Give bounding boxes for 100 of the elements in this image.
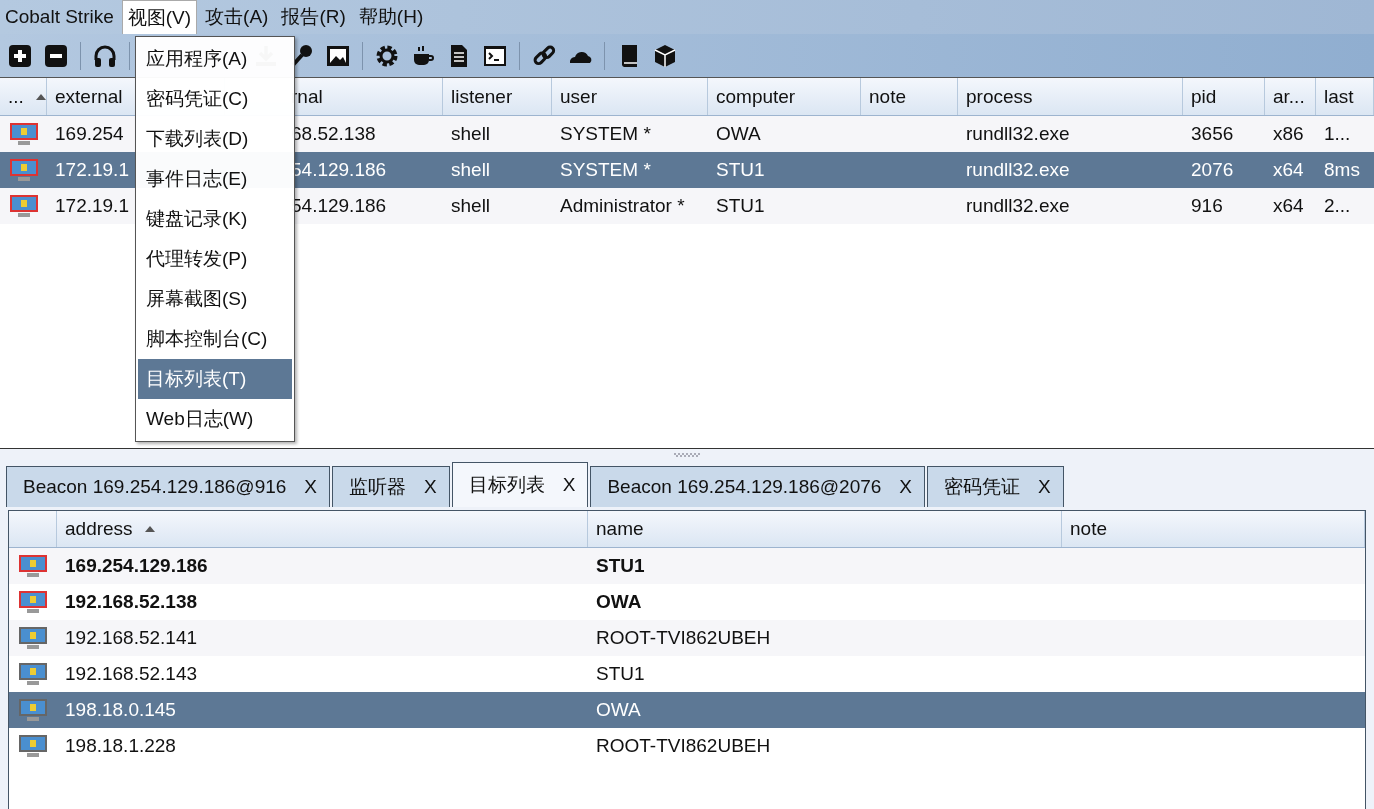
- table-cell: 2...: [1324, 195, 1351, 216]
- column-header[interactable]: name: [588, 511, 1062, 547]
- monitor-icon: [8, 158, 39, 182]
- tab[interactable]: 密码凭证 X: [927, 466, 1064, 507]
- table-cell-text: 192.168.52.138: [64, 591, 199, 613]
- menu-item[interactable]: 下载列表(D): [138, 119, 292, 159]
- menu-item[interactable]: 目标列表(T): [138, 359, 292, 399]
- table-cell: x64: [1273, 159, 1304, 180]
- menu-item[interactable]: 视图(V): [121, 0, 198, 34]
- table-cell-text: 192.168.52.141: [64, 627, 199, 649]
- terminal-icon[interactable]: [483, 43, 507, 68]
- monitor-icon: [18, 662, 48, 686]
- plus-icon[interactable]: [8, 43, 32, 68]
- coffee-cup-icon[interactable]: [411, 43, 435, 68]
- tab-label[interactable]: 监听器: [349, 474, 407, 500]
- column-header[interactable]: pid: [1191, 85, 1217, 108]
- monitor-icon: [18, 698, 48, 722]
- menu-item[interactable]: 代理转发(P): [138, 239, 292, 279]
- monitor-icon: [8, 194, 39, 218]
- table-cell: 169.254: [55, 123, 124, 144]
- table-cell: SYSTEM *: [560, 159, 651, 180]
- table-cell: 8ms: [1324, 159, 1360, 180]
- close-button[interactable]: X: [899, 476, 913, 498]
- tab-label[interactable]: Beacon 169.254.129.186@916: [23, 476, 287, 498]
- column-header[interactable]: address: [57, 511, 588, 547]
- tab-label[interactable]: 密码凭证: [944, 474, 1021, 500]
- menu-item[interactable]: 键盘记录(K): [138, 199, 292, 239]
- menu-item[interactable]: Web日志(W): [138, 399, 292, 439]
- table-cell-text: STU1: [595, 555, 646, 577]
- table-cell-text: 198.18.0.145: [64, 699, 177, 721]
- table-cell: x64: [1273, 195, 1304, 216]
- table-cell-text: 198.18.1.228: [64, 735, 177, 757]
- table-cell-text: ROOT-TVI862UBEH: [595, 627, 772, 649]
- menu-item[interactable]: 帮助(H): [353, 0, 429, 34]
- splitter-grip-icon[interactable]: [673, 453, 701, 457]
- column-header[interactable]: ar...: [1273, 85, 1305, 108]
- target-row[interactable]: 198.18.0.145 OWA: [9, 692, 1365, 728]
- table-cell: 172.19.1: [55, 195, 129, 216]
- column-header[interactable]: note: [1062, 511, 1365, 547]
- table-cell-text: OWA: [595, 591, 643, 613]
- menu-item[interactable]: 密码凭证(C): [138, 79, 292, 119]
- table-cell: shell: [451, 159, 491, 180]
- cube-icon[interactable]: [653, 43, 677, 68]
- tab[interactable]: 目标列表 X: [451, 462, 589, 507]
- column-header[interactable]: last: [1324, 85, 1354, 108]
- monitor-icon: [18, 626, 48, 650]
- target-row[interactable]: 192.168.52.141 ROOT-TVI862UBEH: [9, 620, 1365, 656]
- table-cell: 2076: [1191, 159, 1234, 180]
- table-cell: SYSTEM *: [560, 123, 651, 144]
- close-button[interactable]: X: [424, 476, 437, 498]
- table-cell: STU1: [716, 195, 765, 216]
- table-cell: 3656: [1191, 123, 1234, 144]
- table-cell: OWA: [716, 123, 761, 144]
- monitor-icon: [18, 554, 48, 578]
- column-header[interactable]: process: [966, 85, 1033, 108]
- target-row[interactable]: 169.254.129.186 STU1: [9, 548, 1365, 584]
- menu-item[interactable]: 应用程序(A): [138, 39, 292, 79]
- close-button[interactable]: X: [304, 476, 318, 498]
- tab[interactable]: 监听器 X: [332, 466, 450, 507]
- minus-icon[interactable]: [44, 43, 68, 68]
- tab-label[interactable]: Beacon 169.254.129.186@2076: [607, 476, 882, 498]
- sort-arrow-icon: [35, 93, 46, 100]
- link-icon[interactable]: [532, 43, 556, 68]
- table-cell: x86: [1273, 123, 1304, 144]
- tab[interactable]: Beacon 169.254.129.186@916 X: [6, 466, 331, 507]
- menu-item[interactable]: 攻击(A): [200, 0, 274, 34]
- column-header[interactable]: external: [55, 85, 123, 108]
- column-header[interactable]: computer: [716, 85, 796, 108]
- table-cell: rundll32.exe: [966, 159, 1070, 180]
- column-header[interactable]: user: [560, 85, 597, 108]
- monitor-icon: [8, 122, 39, 146]
- menu-item[interactable]: 事件日志(E): [138, 159, 292, 199]
- table-cell-text: ROOT-TVI862UBEH: [595, 735, 772, 757]
- menu-item[interactable]: 脚本控制台(C): [138, 319, 292, 359]
- menu-item[interactable]: 屏幕截图(S): [138, 279, 292, 319]
- headphones-icon[interactable]: [93, 43, 117, 68]
- column-header[interactable]: listener: [451, 85, 513, 108]
- column-header[interactable]: note: [869, 85, 906, 108]
- table-cell: rundll32.exe: [966, 123, 1070, 144]
- gear-icon[interactable]: [375, 43, 399, 68]
- sort-arrow-icon: [144, 526, 155, 532]
- table-cell: 1...: [1324, 123, 1351, 144]
- tab[interactable]: Beacon 169.254.129.186@2076 X: [590, 466, 926, 507]
- column-header[interactable]: ...: [8, 85, 24, 108]
- close-button[interactable]: X: [1038, 476, 1051, 498]
- table-cell: shell: [451, 123, 491, 144]
- table-cell-text: 169.254.129.186: [64, 555, 209, 577]
- menu-item[interactable]: 报告(R): [276, 0, 351, 34]
- close-button[interactable]: X: [562, 474, 576, 496]
- table-cell: shell: [451, 195, 491, 216]
- tab-label[interactable]: 目标列表: [468, 472, 545, 498]
- image-icon[interactable]: [326, 43, 350, 68]
- table-cell: Administrator *: [560, 195, 685, 216]
- monitor-icon: [18, 590, 48, 614]
- monitor-icon: [18, 734, 48, 758]
- table-cell: STU1: [716, 159, 765, 180]
- menu-item[interactable]: Cobalt Strike: [0, 0, 119, 34]
- table-cell-text: OWA: [595, 699, 642, 721]
- table-cell: 916: [1191, 195, 1223, 216]
- table-cell-text: STU1: [595, 663, 646, 685]
